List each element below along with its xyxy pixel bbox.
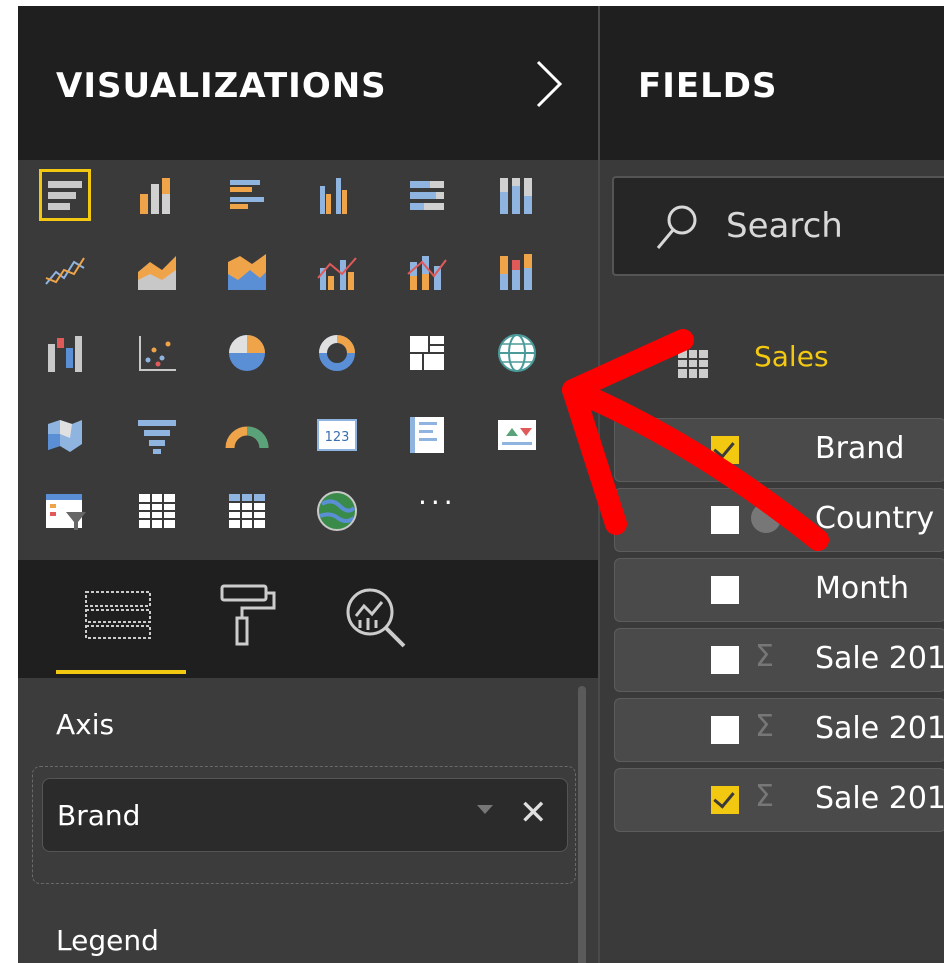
axis-field-pill[interactable]: Brand ✕ <box>42 778 568 852</box>
checkbox[interactable] <box>711 646 739 674</box>
area-chart-icon[interactable] <box>134 248 180 294</box>
sigma-icon: Σ <box>755 709 774 744</box>
card-icon[interactable]: 123 <box>314 412 360 458</box>
clustered-bar-chart-icon[interactable] <box>224 172 270 218</box>
checkbox-checked[interactable] <box>711 436 739 464</box>
visualizations-pane: VISUALIZATIONS 123 ··· Axis Brand ✕ Lege… <box>18 6 598 963</box>
checkbox[interactable] <box>711 506 739 534</box>
sigma-icon: Σ <box>755 639 774 674</box>
field-label: Sale 201 <box>815 641 944 676</box>
search-input[interactable]: Search <box>612 176 944 276</box>
field-label: Brand <box>815 431 905 466</box>
stacked-column-chart-icon[interactable] <box>134 172 180 218</box>
map-icon[interactable] <box>494 330 540 376</box>
legend-label: Legend <box>56 924 159 957</box>
field-row-sale-c[interactable]: Σ Sale 201 <box>614 768 944 832</box>
checkbox[interactable] <box>711 716 739 744</box>
100-stacked-column-chart-icon[interactable] <box>494 172 540 218</box>
table-name: Sales <box>754 340 829 373</box>
arcgis-map-icon[interactable] <box>314 488 360 534</box>
slicer-icon[interactable] <box>42 488 88 534</box>
table-sales[interactable]: Sales <box>600 316 944 408</box>
donut-chart-icon[interactable] <box>314 330 360 376</box>
matrix-icon[interactable] <box>224 488 270 534</box>
search-placeholder: Search <box>726 206 843 246</box>
visualization-subtabs <box>18 560 598 678</box>
chevron-right-icon[interactable] <box>530 54 570 114</box>
powerbi-panes: VISUALIZATIONS 123 ··· Axis Brand ✕ Lege… <box>18 6 944 963</box>
pie-chart-icon[interactable] <box>224 330 270 376</box>
stacked-bar-chart-icon[interactable] <box>39 169 91 221</box>
globe-icon <box>751 503 781 533</box>
checkbox[interactable] <box>711 576 739 604</box>
format-paint-roller-icon[interactable] <box>208 576 288 656</box>
field-row-sale-b[interactable]: Σ Sale 201 <box>614 698 944 762</box>
kpi-icon[interactable] <box>494 412 540 458</box>
field-row-brand[interactable]: Brand <box>614 418 944 482</box>
table-grid-icon <box>678 350 708 378</box>
axis-field-name: Brand <box>57 799 141 832</box>
field-row-month[interactable]: Month <box>614 558 944 622</box>
field-label: Month <box>815 571 910 606</box>
search-icon <box>656 205 697 249</box>
line-stacked-column-chart-icon[interactable] <box>404 248 450 294</box>
filled-map-icon[interactable] <box>42 412 88 458</box>
checkbox-checked[interactable] <box>711 786 739 814</box>
fields-title: FIELDS <box>638 66 778 106</box>
fields-well-icon[interactable] <box>80 576 160 656</box>
line-clustered-column-chart-icon[interactable] <box>314 248 360 294</box>
treemap-icon[interactable] <box>404 330 450 376</box>
waterfall-chart-icon[interactable] <box>42 330 88 376</box>
funnel-icon[interactable] <box>134 412 180 458</box>
wells-scrollbar[interactable] <box>578 686 586 963</box>
chevron-down-icon[interactable] <box>477 805 493 814</box>
axis-label: Axis <box>56 708 115 741</box>
sigma-icon: Σ <box>755 779 774 814</box>
multi-row-card-icon[interactable] <box>404 412 450 458</box>
ribbon-chart-icon[interactable] <box>494 248 540 294</box>
field-label: Country <box>815 501 935 536</box>
field-row-sale-a[interactable]: Σ Sale 201 <box>614 628 944 692</box>
scatter-chart-icon[interactable] <box>134 330 180 376</box>
visualization-gallery: 123 ··· <box>18 160 598 560</box>
fields-pane: FIELDS Search Sales Brand Country Month … <box>600 6 944 963</box>
line-chart-icon[interactable] <box>42 248 88 294</box>
active-tab-indicator <box>56 670 186 674</box>
field-row-country[interactable]: Country <box>614 488 944 552</box>
field-label: Sale 201 <box>815 781 944 816</box>
svg-text:123: 123 <box>325 430 350 445</box>
close-icon[interactable]: ✕ <box>519 793 548 833</box>
100-stacked-bar-chart-icon[interactable] <box>404 172 450 218</box>
analytics-magnifier-icon[interactable] <box>336 576 416 656</box>
visualizations-header: VISUALIZATIONS <box>18 6 598 160</box>
field-label: Sale 201 <box>815 711 944 746</box>
visualizations-title: VISUALIZATIONS <box>56 66 387 106</box>
table-icon[interactable] <box>134 488 180 534</box>
more-visuals-button[interactable]: ··· <box>418 486 457 519</box>
gauge-icon[interactable] <box>224 412 270 458</box>
clustered-column-chart-icon[interactable] <box>314 172 360 218</box>
fields-header: FIELDS <box>600 6 944 160</box>
stacked-area-chart-icon[interactable] <box>224 248 270 294</box>
